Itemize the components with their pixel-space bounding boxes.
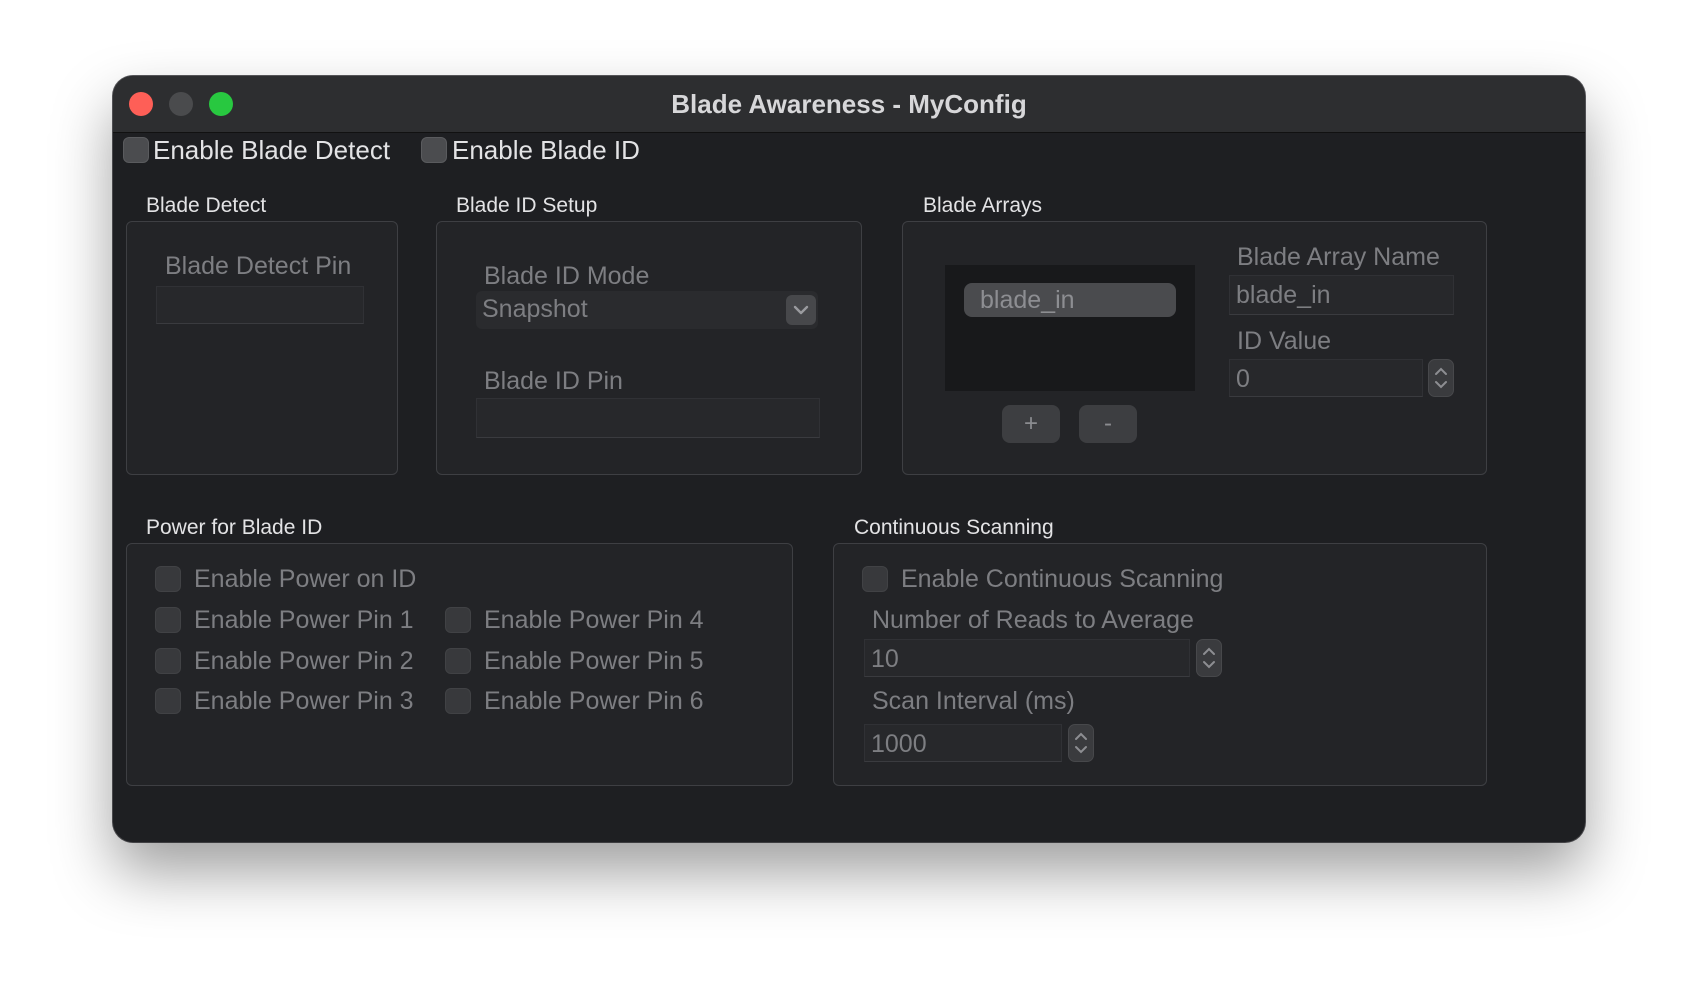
power-group: Enable Power on ID Enable Power Pin 1 En… bbox=[126, 543, 793, 786]
app-window: Blade Awareness - MyConfig Enable Blade … bbox=[113, 76, 1585, 842]
id-value-label: ID Value bbox=[1237, 327, 1332, 355]
blade-detect-group: Blade Detect Pin bbox=[126, 221, 398, 475]
remove-blade-array-button[interactable]: - bbox=[1079, 405, 1137, 443]
enable-blade-id-checkbox[interactable] bbox=[421, 137, 447, 163]
title-bar: Blade Awareness - MyConfig bbox=[113, 76, 1585, 133]
enable-continuous-scanning-checkbox[interactable] bbox=[862, 566, 888, 592]
reads-to-average-label: Number of Reads to Average bbox=[872, 606, 1194, 634]
id-value-stepper[interactable] bbox=[1428, 359, 1454, 397]
blade-detect-pin-label: Blade Detect Pin bbox=[165, 252, 352, 280]
scanning-group: Enable Continuous Scanning Number of Rea… bbox=[833, 543, 1487, 786]
enable-power-pin-3-label: Enable Power Pin 3 bbox=[194, 687, 414, 715]
list-item[interactable]: blade_in bbox=[964, 283, 1176, 317]
blade-arrays-group: blade_in + - Blade Array Name blade_in I… bbox=[902, 221, 1487, 475]
enable-power-on-id-label: Enable Power on ID bbox=[194, 565, 417, 593]
blade-id-setup-group: Blade ID Mode Snapshot Blade ID Pin bbox=[436, 221, 862, 475]
enable-power-pin-5-label: Enable Power Pin 5 bbox=[484, 647, 704, 675]
blade-array-name-field[interactable]: blade_in bbox=[1229, 275, 1454, 315]
scan-interval-stepper[interactable] bbox=[1068, 724, 1094, 762]
enable-blade-detect-checkbox[interactable] bbox=[123, 137, 149, 163]
blade-array-name-label: Blade Array Name bbox=[1237, 243, 1440, 271]
enable-power-pin-4-checkbox[interactable] bbox=[445, 607, 471, 633]
enable-power-pin-3-checkbox[interactable] bbox=[155, 688, 181, 714]
blade-id-setup-group-title: Blade ID Setup bbox=[456, 194, 598, 217]
blade-id-mode-value: Snapshot bbox=[482, 295, 588, 323]
chevron-down-icon[interactable] bbox=[786, 295, 816, 325]
id-value-field[interactable]: 0 bbox=[1229, 359, 1423, 397]
scanning-group-title: Continuous Scanning bbox=[854, 516, 1054, 539]
enable-continuous-scanning-label: Enable Continuous Scanning bbox=[901, 565, 1224, 593]
window-title: Blade Awareness - MyConfig bbox=[671, 89, 1027, 119]
blade-id-mode-select[interactable]: Snapshot bbox=[476, 291, 818, 329]
enable-power-pin-1-label: Enable Power Pin 1 bbox=[194, 606, 414, 634]
blade-detect-group-title: Blade Detect bbox=[146, 194, 267, 217]
enable-power-pin-4-label: Enable Power Pin 4 bbox=[484, 606, 704, 634]
reads-to-average-stepper[interactable] bbox=[1196, 639, 1222, 677]
add-blade-array-button[interactable]: + bbox=[1002, 405, 1060, 443]
blade-id-pin-field[interactable] bbox=[476, 398, 820, 438]
scan-interval-label: Scan Interval (ms) bbox=[872, 687, 1075, 715]
blade-arrays-group-title: Blade Arrays bbox=[923, 194, 1043, 217]
enable-power-pin-5-checkbox[interactable] bbox=[445, 648, 471, 674]
blade-detect-pin-field[interactable] bbox=[156, 286, 364, 324]
enable-power-on-id-checkbox[interactable] bbox=[155, 566, 181, 592]
enable-blade-detect-label: Enable Blade Detect bbox=[153, 135, 391, 165]
blade-array-list[interactable]: blade_in bbox=[945, 265, 1195, 391]
blade-id-mode-label: Blade ID Mode bbox=[484, 262, 650, 290]
scan-interval-field[interactable]: 1000 bbox=[864, 724, 1062, 762]
enable-power-pin-6-checkbox[interactable] bbox=[445, 688, 471, 714]
enable-power-pin-2-label: Enable Power Pin 2 bbox=[194, 647, 414, 675]
enable-power-pin-2-checkbox[interactable] bbox=[155, 648, 181, 674]
reads-to-average-field[interactable]: 10 bbox=[864, 639, 1190, 677]
blade-id-pin-label: Blade ID Pin bbox=[484, 367, 623, 395]
enable-blade-id-label: Enable Blade ID bbox=[452, 135, 640, 165]
power-group-title: Power for Blade ID bbox=[146, 516, 323, 539]
enable-power-pin-6-label: Enable Power Pin 6 bbox=[484, 687, 704, 715]
enable-power-pin-1-checkbox[interactable] bbox=[155, 607, 181, 633]
